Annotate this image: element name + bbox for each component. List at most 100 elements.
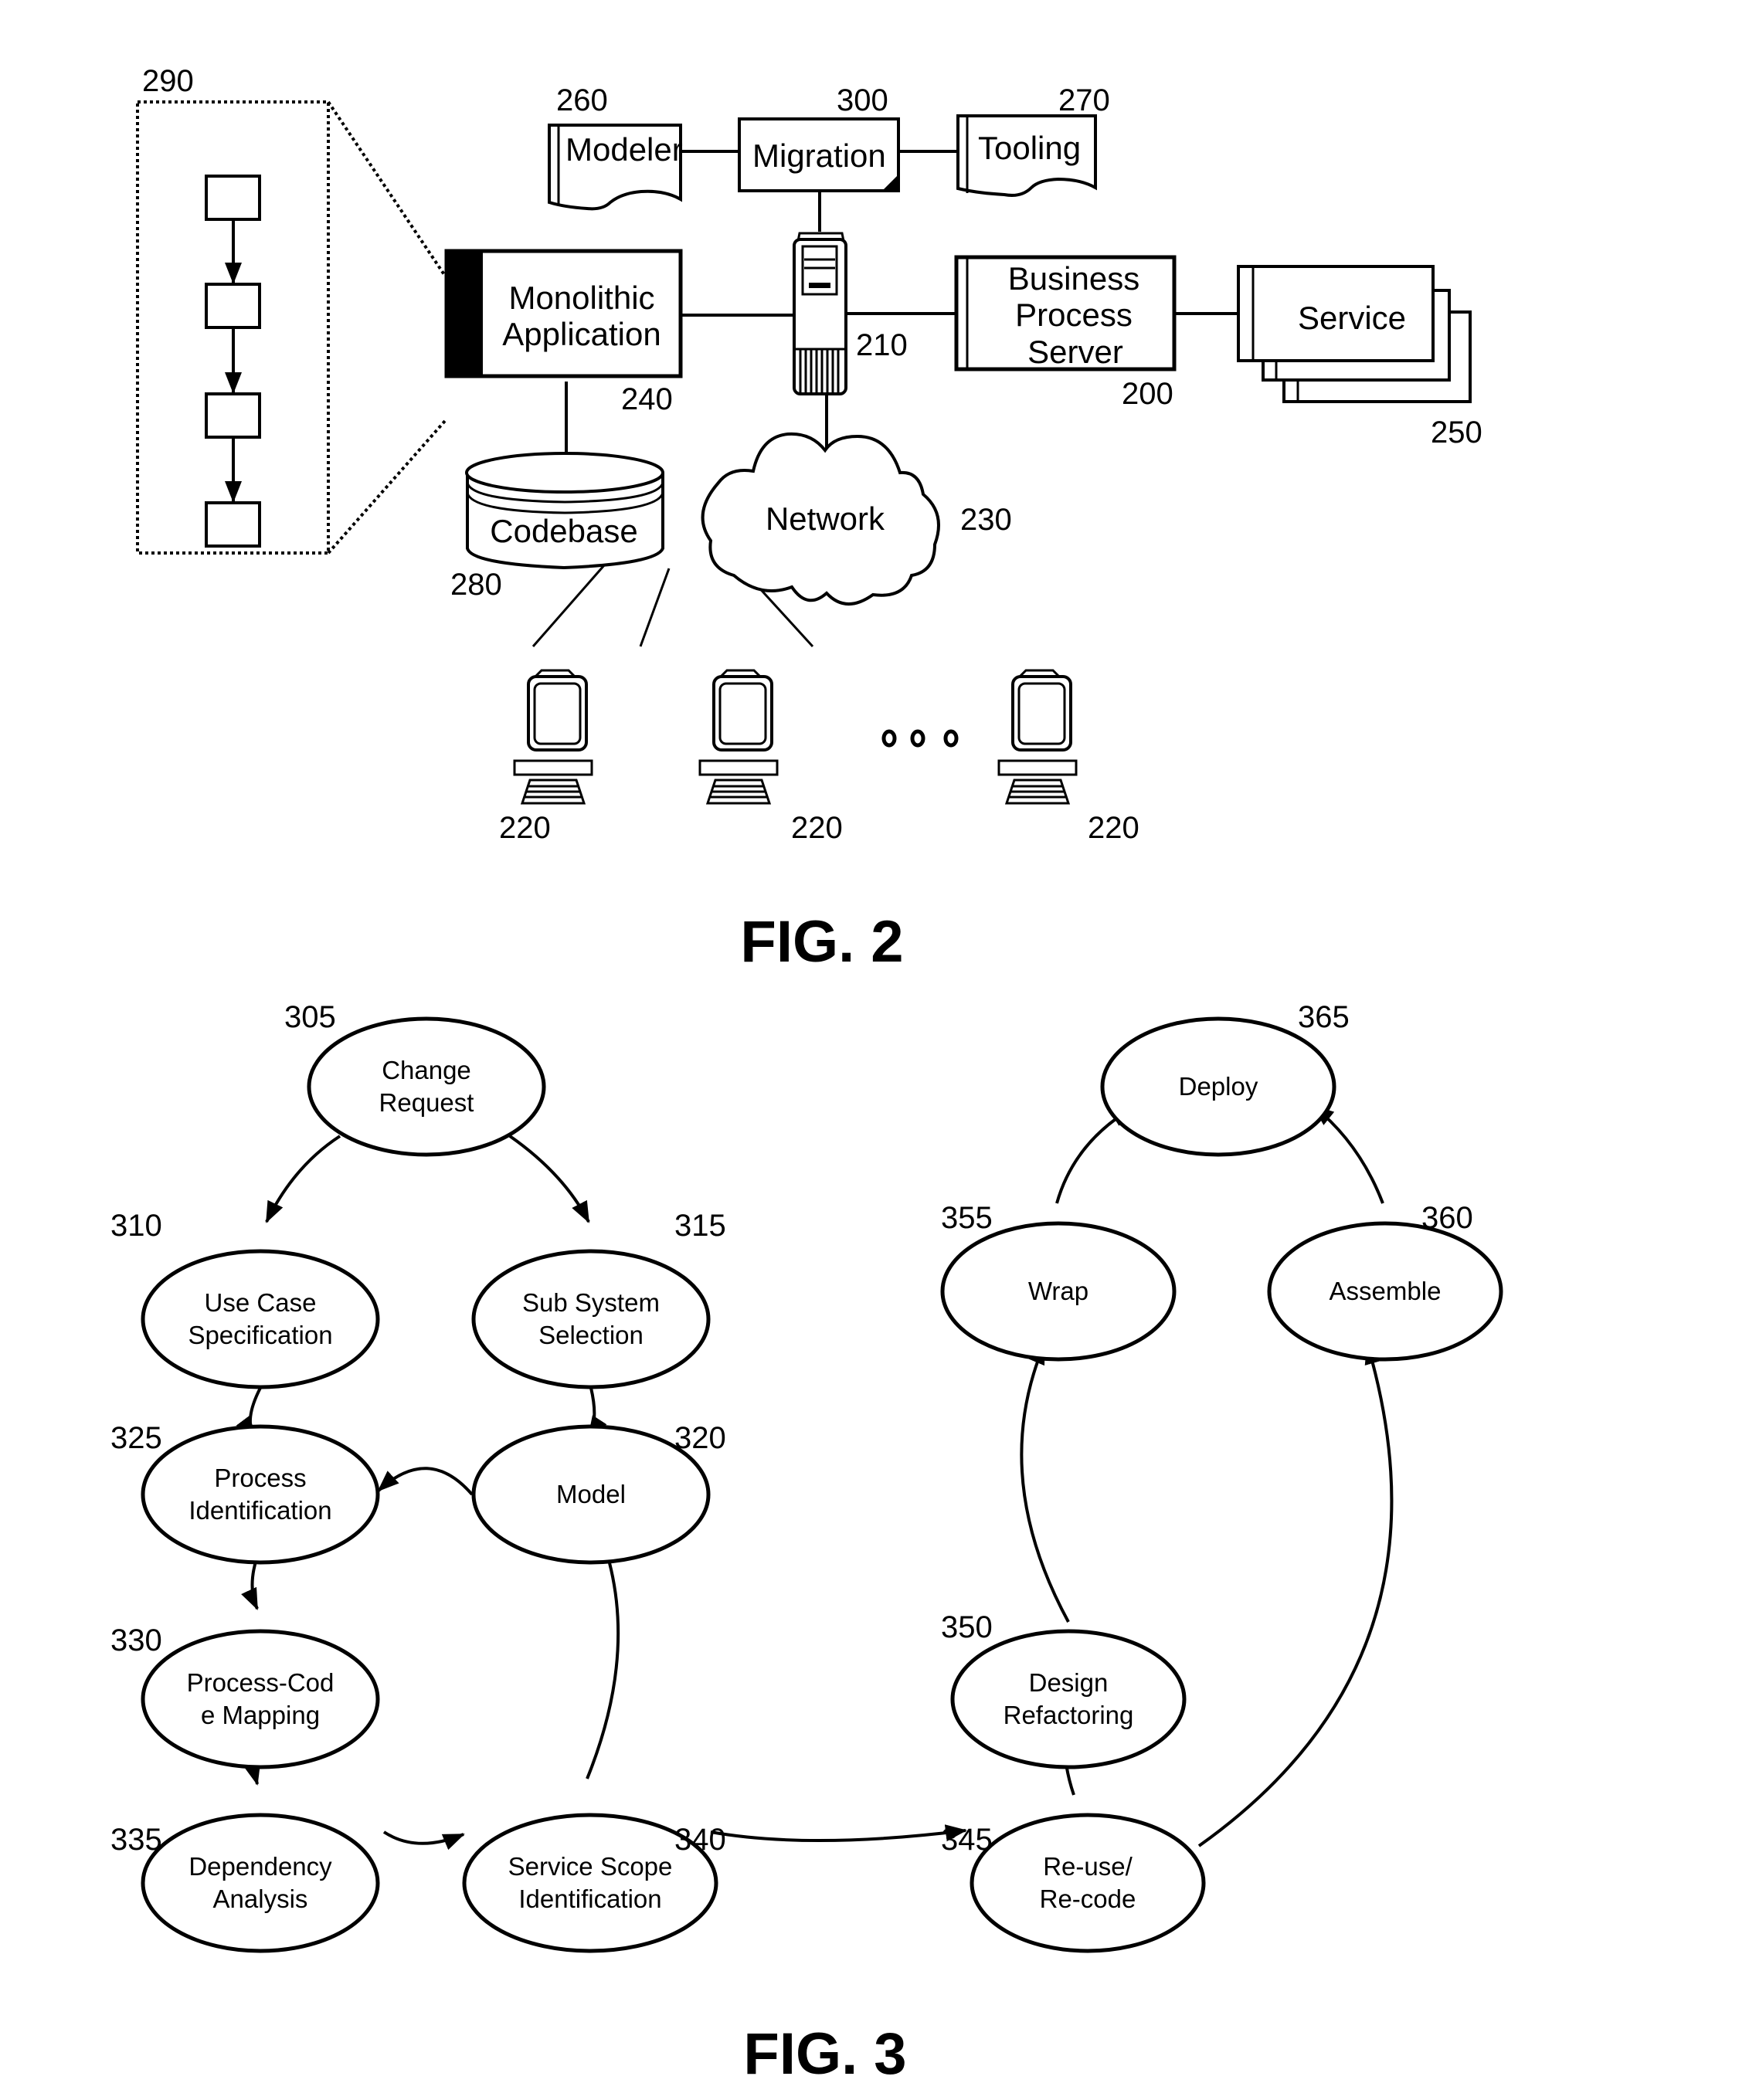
tooling-node: Tooling 270 — [956, 83, 1110, 197]
edge-345-360 — [1197, 1342, 1394, 1847]
node-label-line: Refactoring — [1004, 1701, 1134, 1729]
node-label-line: Assemble — [1330, 1277, 1442, 1305]
monolithic-application-node: Monolithic Application 240 — [444, 249, 683, 416]
flow-node-315: Sub System Selection 315 — [471, 1209, 726, 1389]
ref-220: 220 — [1088, 811, 1139, 845]
ref-220: 220 — [791, 811, 843, 845]
step-box-4 — [205, 501, 261, 548]
edge-350-355 — [1020, 1342, 1070, 1623]
node-ellipse — [141, 1424, 380, 1565]
flow-node-335: Dependency Analysis 335 — [110, 1813, 380, 1953]
ref-355: 355 — [941, 1201, 993, 1235]
node-label-line: Re-code — [1040, 1885, 1136, 1913]
ref-305: 305 — [284, 1000, 336, 1034]
flow-node-345: Re-use/Re-code 345 — [941, 1813, 1206, 1953]
ref-310: 310 — [110, 1209, 162, 1243]
node-label-line: Change — [382, 1056, 471, 1084]
figure-2: 290 Modeler 260 Migration 300 Tooling 27… — [136, 64, 1482, 975]
migration-node: Migration 300 — [738, 83, 900, 192]
services-node: Service 250 — [1237, 265, 1482, 450]
ref-280: 280 — [450, 568, 502, 602]
node-label-line: Service Scope — [508, 1852, 673, 1881]
client-computer-1: 220 — [499, 669, 593, 845]
modeler-node: Modeler 260 — [548, 83, 683, 211]
node-label-line: Wrap — [1028, 1277, 1088, 1305]
cylinder-top — [465, 452, 664, 494]
node-label-line: Selection — [538, 1321, 644, 1349]
node-label-line: Deploy — [1179, 1072, 1258, 1101]
node-label-line: Analysis — [213, 1885, 308, 1913]
ref-330: 330 — [110, 1623, 162, 1657]
node-label-line: Process — [214, 1464, 306, 1492]
ref-325: 325 — [110, 1421, 162, 1455]
codebase-label: Codebase — [490, 513, 637, 549]
computer-icon — [997, 669, 1078, 805]
ref-315: 315 — [674, 1209, 726, 1243]
edge-360-365 — [1312, 1104, 1384, 1204]
flow-node-330: Process-Cod e Mapping 330 — [110, 1623, 380, 1769]
node-ellipse — [141, 1249, 380, 1389]
node-label-line: Sub System — [522, 1288, 660, 1317]
node-label-line: Identification — [188, 1496, 331, 1525]
bps-label-line2: Process — [1015, 297, 1133, 333]
ellipsis-icon — [881, 729, 959, 748]
bps-label-line1: Business — [1008, 260, 1139, 297]
application-bar — [447, 251, 483, 376]
ref-350: 350 — [941, 1610, 993, 1644]
node-ellipse — [141, 1629, 380, 1769]
ref-300: 300 — [837, 83, 888, 117]
flow-node-360: Assemble 360 — [1267, 1201, 1503, 1362]
node-ellipse — [307, 1016, 546, 1157]
modeler-label: Modeler — [565, 131, 683, 168]
network-label: Network — [766, 500, 885, 537]
application-label-line1: Monolithic — [508, 280, 654, 316]
edge-305-315 — [508, 1135, 590, 1223]
flow-node-355: Wrap 355 — [940, 1201, 1177, 1362]
ref-320: 320 — [674, 1421, 726, 1455]
node-label-line: e Mapping — [201, 1701, 320, 1729]
node-label-line: Model — [556, 1480, 626, 1508]
flow-node-340: Service Scope Identification 340 — [462, 1813, 726, 1953]
ref-335: 335 — [110, 1823, 162, 1857]
ref-365: 365 — [1298, 1000, 1350, 1034]
process-detail-box: 290 — [136, 64, 447, 555]
ref-230: 230 — [960, 503, 1012, 537]
bps-label-line3: Server — [1027, 334, 1123, 370]
flow-node-365: Deploy 365 — [1100, 1000, 1350, 1157]
ref-250: 250 — [1431, 416, 1482, 450]
ref-240: 240 — [621, 382, 673, 416]
flow-node-350: Design Refactoring 350 — [941, 1610, 1187, 1769]
client-computer-3: 220 — [997, 669, 1139, 845]
ref-260: 260 — [556, 83, 608, 117]
ref-345: 345 — [941, 1823, 993, 1857]
figure-3-caption: FIG. 3 — [743, 2021, 906, 2087]
ref-270: 270 — [1058, 83, 1110, 117]
node-label-line: Request — [379, 1088, 474, 1117]
migration-label: Migration — [752, 137, 886, 174]
fig3-nodes: Change Request 305 Use Case Specification 310… — [110, 1000, 1503, 1953]
flow-node-310: Use Case Specification 310 — [110, 1209, 380, 1389]
edge-335-340 — [382, 1830, 465, 1851]
step-box-3 — [205, 392, 261, 439]
service-label: Service — [1298, 300, 1406, 336]
node-ellipse — [970, 1813, 1206, 1953]
zoom-line-bottom — [327, 419, 447, 555]
figure-3: Change Request 305 Use Case Specification 310… — [110, 1000, 1503, 2087]
fig3-edges — [236, 1104, 1394, 1851]
node-ellipse — [471, 1249, 711, 1389]
node-ellipse — [141, 1813, 380, 1953]
computer-icon — [698, 669, 779, 805]
node-ellipse — [950, 1629, 1187, 1769]
node-label-line: Design — [1029, 1668, 1109, 1697]
flow-node-325: Process Identification 325 — [110, 1421, 380, 1565]
edge-305-310 — [265, 1135, 341, 1223]
tooling-label: Tooling — [978, 130, 1081, 166]
ref-290: 290 — [142, 64, 194, 98]
step-box-2 — [205, 283, 261, 329]
edge-340-345 — [710, 1824, 967, 1843]
ref-200: 200 — [1122, 377, 1173, 411]
computer-icon — [513, 669, 593, 805]
application-label-line2: Application — [502, 316, 661, 352]
node-label-line: Process-Cod — [187, 1668, 335, 1697]
flow-node-305: Change Request 305 — [284, 1000, 546, 1157]
